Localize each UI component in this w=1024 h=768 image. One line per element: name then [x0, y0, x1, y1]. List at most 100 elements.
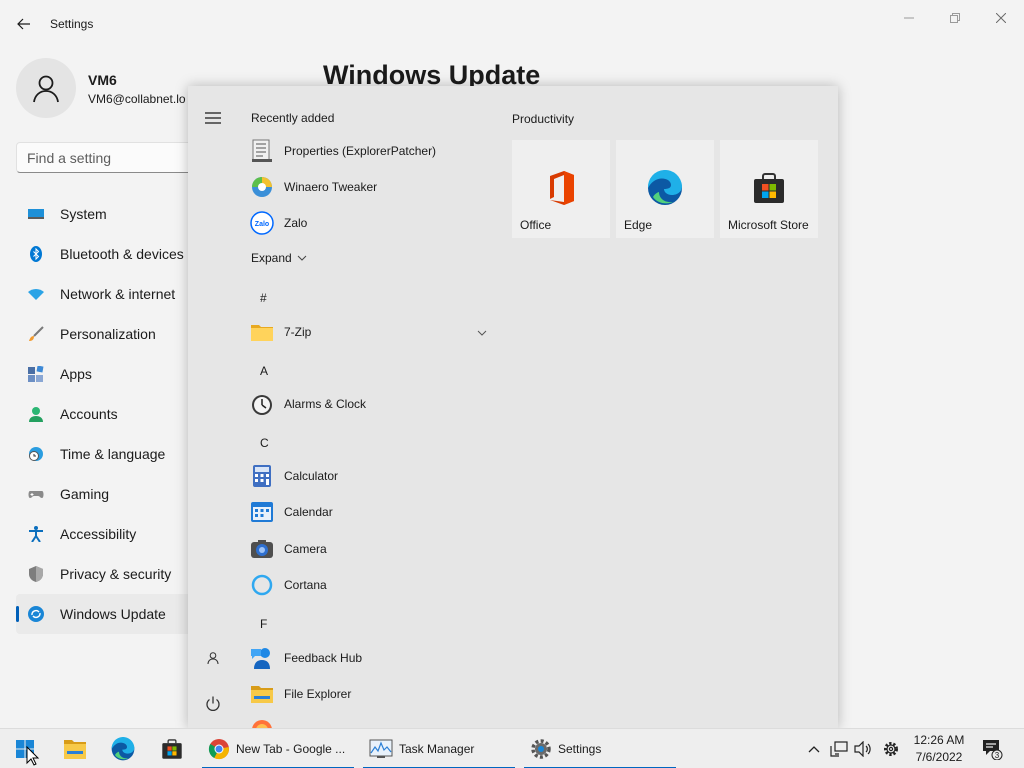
- tray-volume[interactable]: [853, 729, 873, 768]
- app-label: Calculator: [284, 469, 339, 483]
- sidebar-item-accessibility[interactable]: Accessibility: [16, 514, 194, 554]
- apps-icon: [28, 366, 44, 382]
- folder-expand-button[interactable]: [474, 325, 490, 341]
- tile-label: Office: [520, 218, 552, 232]
- letter-header[interactable]: C: [260, 436, 269, 450]
- search-input[interactable]: [17, 143, 195, 172]
- clock[interactable]: 12:26 AM 7/6/2022: [906, 732, 972, 766]
- sidebar-item-network[interactable]: Network & internet: [16, 274, 194, 314]
- tray-network[interactable]: [829, 729, 849, 768]
- back-button[interactable]: [12, 12, 36, 36]
- sidebar-item-accounts[interactable]: Accounts: [16, 394, 194, 434]
- feedback-hub-icon: [250, 646, 274, 670]
- power-icon: [206, 696, 220, 711]
- calendar-icon: [250, 500, 274, 524]
- letter-header[interactable]: #: [260, 291, 267, 305]
- expand-label: Expand: [251, 251, 292, 265]
- power-button[interactable]: [202, 693, 224, 715]
- taskbar: New Tab - Google ... Task Manager Settin…: [0, 728, 1024, 768]
- sidebar-item-time-language[interactable]: Time & language: [16, 434, 194, 474]
- properties-icon: [250, 139, 274, 163]
- app-label: Cortana: [284, 578, 327, 592]
- avatar[interactable]: [16, 58, 76, 118]
- taskbar-task-settings[interactable]: Settings: [524, 729, 676, 768]
- list-item-properties-explorerpatcher[interactable]: Properties (ExplorerPatcher): [250, 134, 492, 168]
- taskbar-task-chrome[interactable]: New Tab - Google ...: [202, 729, 354, 768]
- sidebar-item-personalization[interactable]: Personalization: [16, 314, 194, 354]
- sidebar-item-windows-update[interactable]: Windows Update: [16, 594, 194, 634]
- app-label: Feedback Hub: [284, 651, 363, 665]
- alarm-clock-icon: [250, 392, 274, 416]
- notification-badge: 3: [995, 751, 1000, 760]
- list-item-calculator[interactable]: Calculator: [250, 459, 492, 493]
- svg-text:Zalo: Zalo: [255, 221, 269, 228]
- taskbar-task-task-manager[interactable]: Task Manager: [363, 729, 515, 768]
- tray-settings[interactable]: [880, 729, 902, 768]
- sidebar-item-label: Accessibility: [60, 526, 137, 542]
- accessibility-icon: [28, 526, 44, 542]
- bluetooth-icon: [28, 246, 44, 262]
- search-box[interactable]: [16, 142, 196, 173]
- sidebar-item-privacy-security[interactable]: Privacy & security: [16, 554, 194, 594]
- app-label: 7-Zip: [284, 325, 312, 339]
- close-icon: [996, 13, 1006, 23]
- sidebar-item-label: Time & language: [60, 446, 166, 462]
- title-bar: Settings: [0, 0, 1024, 48]
- sidebar-item-label: Personalization: [60, 326, 156, 342]
- window-title: Settings: [50, 17, 94, 31]
- microsoft-store-icon: [720, 170, 818, 206]
- brush-icon: [28, 326, 44, 342]
- shield-icon: [28, 566, 44, 582]
- list-item-cortana[interactable]: Cortana: [250, 568, 492, 602]
- close-button[interactable]: [978, 4, 1024, 32]
- list-item-feedback-hub[interactable]: Feedback Hub: [250, 641, 492, 675]
- list-item-zalo[interactable]: Zalo Zalo: [250, 206, 492, 240]
- sidebar-item-bluetooth[interactable]: Bluetooth & devices: [16, 234, 194, 274]
- file-explorer-icon: [64, 740, 86, 759]
- productivity-header: Productivity: [512, 112, 575, 126]
- notification-icon: 3: [983, 740, 1003, 760]
- list-item-7zip[interactable]: 7-Zip: [250, 315, 492, 349]
- list-item-winaero-tweaker[interactable]: Winaero Tweaker: [250, 170, 492, 204]
- settings-gear-icon: [531, 739, 551, 759]
- sidebar-item-system[interactable]: System: [16, 194, 194, 234]
- sidebar-item-apps[interactable]: Apps: [16, 354, 194, 394]
- update-icon: [28, 606, 44, 622]
- notification-center-button[interactable]: 3: [980, 729, 1004, 768]
- list-item-camera[interactable]: Camera: [250, 532, 492, 566]
- taskbar-edge[interactable]: [106, 729, 140, 768]
- list-item-alarms-clock[interactable]: Alarms & Clock: [250, 387, 492, 421]
- hamburger-menu-button[interactable]: [202, 108, 224, 128]
- network-wired-icon: [830, 741, 848, 757]
- tray-overflow-button[interactable]: [804, 729, 824, 768]
- list-item-partially-hidden[interactable]: [250, 713, 492, 728]
- letter-header[interactable]: A: [260, 364, 268, 378]
- tile-edge[interactable]: Edge: [616, 140, 714, 238]
- sidebar-item-label: Bluetooth & devices: [60, 246, 184, 262]
- chrome-icon: [208, 739, 229, 760]
- expand-button[interactable]: Expand: [251, 251, 307, 265]
- start-menu: Recently added Properties (ExplorerPatch…: [188, 86, 838, 728]
- letter-header[interactable]: F: [260, 617, 267, 631]
- minimize-button[interactable]: [886, 4, 932, 32]
- speaker-icon: [854, 741, 871, 757]
- chevron-up-icon: [808, 746, 820, 753]
- maximize-button[interactable]: [932, 4, 978, 32]
- tile-office[interactable]: Office: [512, 140, 610, 238]
- chevron-down-icon: [297, 255, 307, 261]
- calculator-icon: [250, 464, 274, 488]
- person-icon: [33, 75, 59, 103]
- user-button[interactable]: [202, 647, 224, 669]
- recently-added-header: Recently added: [251, 111, 335, 125]
- taskbar-microsoft-store[interactable]: [155, 729, 189, 768]
- zalo-icon: Zalo: [250, 211, 274, 235]
- winaero-tweaker-icon: [250, 175, 274, 199]
- sidebar-item-gaming[interactable]: Gaming: [16, 474, 194, 514]
- taskbar-file-explorer[interactable]: [58, 729, 92, 768]
- tile-label: Edge: [624, 218, 653, 232]
- list-item-file-explorer[interactable]: File Explorer: [250, 677, 492, 711]
- tile-microsoft-store[interactable]: Microsoft Store: [720, 140, 818, 238]
- app-label: Winaero Tweaker: [284, 180, 378, 194]
- list-item-calendar[interactable]: Calendar: [250, 495, 492, 529]
- profile-email: VM6@collabnet.lo: [88, 92, 186, 106]
